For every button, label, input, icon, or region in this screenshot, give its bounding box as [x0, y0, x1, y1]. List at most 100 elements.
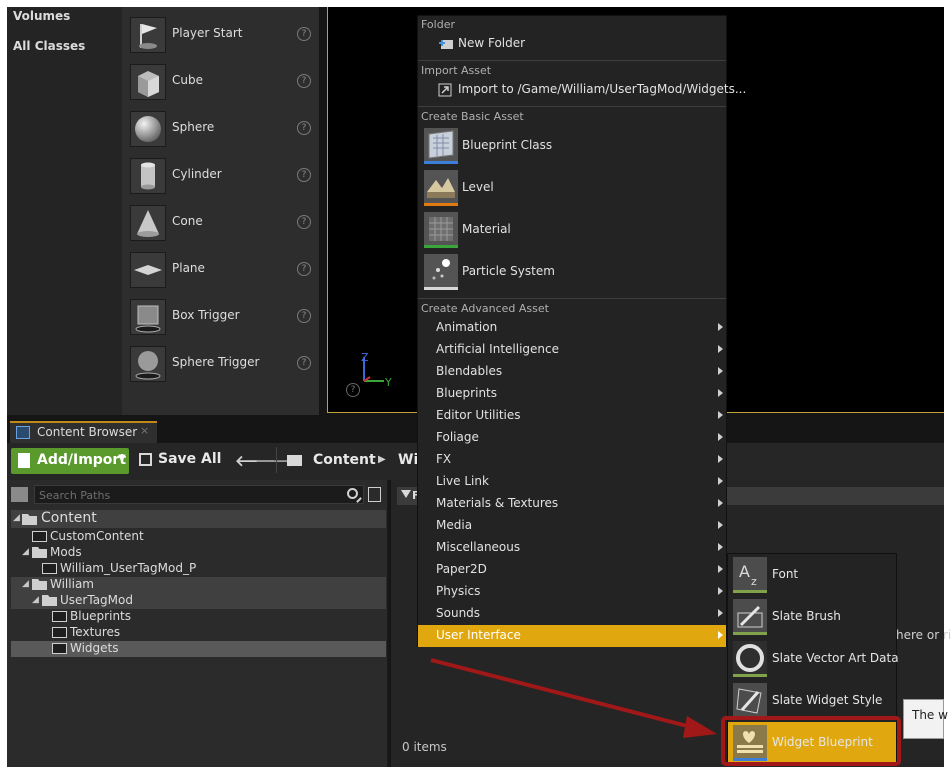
- menu-item-materials-textures[interactable]: Materials & Textures: [418, 493, 726, 515]
- tree-item-blueprints[interactable]: Blueprints: [11, 609, 386, 625]
- new-folder-icon: [438, 37, 453, 51]
- menu-item-miscellaneous[interactable]: Miscellaneous: [418, 537, 726, 559]
- place-item-box-trigger[interactable]: Box Trigger ?: [122, 293, 319, 340]
- menu-item-user-interface[interactable]: User Interface: [418, 625, 726, 647]
- breadcrumb-widgets[interactable]: Wi: [398, 452, 418, 468]
- tree-label: Mods: [50, 545, 82, 559]
- menu-item-label: User Interface: [436, 628, 521, 642]
- help-icon[interactable]: ?: [297, 168, 311, 182]
- history-icon[interactable]: [11, 487, 28, 502]
- menu-item-blueprint-class[interactable]: Blueprint Class: [418, 126, 726, 166]
- menu-item-particle-system[interactable]: Particle System: [418, 252, 726, 292]
- breadcrumb-separator-icon[interactable]: ▶: [378, 454, 386, 465]
- submenu-arrow-icon: [718, 587, 723, 595]
- help-icon[interactable]: ?: [297, 262, 311, 276]
- place-item-cone[interactable]: Cone ?: [122, 199, 319, 246]
- search-input[interactable]: [39, 488, 339, 502]
- menu-item-level[interactable]: Level: [418, 168, 726, 208]
- tree-item-william-usertagmod-p[interactable]: William_UserTagMod_P: [11, 561, 386, 577]
- svg-text:A: A: [739, 562, 750, 581]
- menu-item-label: Blendables: [436, 364, 503, 378]
- menu-item-label: Physics: [436, 584, 481, 598]
- menu-item-live-link[interactable]: Live Link: [418, 471, 726, 493]
- submenu-arrow-icon: [718, 543, 723, 551]
- submenu-arrow-icon: [718, 389, 723, 397]
- expand-arrow-icon[interactable]: ◢: [22, 579, 29, 589]
- place-label: Cube: [172, 73, 203, 87]
- menu-item-media[interactable]: Media: [418, 515, 726, 537]
- add-new-context-menu: Folder New Folder Import Asset Import to…: [417, 15, 746, 647]
- menu-item-physics[interactable]: Physics: [418, 581, 726, 603]
- menu-item-artificial-intelligence[interactable]: Artificial Intelligence: [418, 339, 726, 361]
- menu-item-foliage[interactable]: Foliage: [418, 427, 726, 449]
- menu-item-blendables[interactable]: Blendables: [418, 361, 726, 383]
- tree-item-mods[interactable]: ◢ Mods: [11, 545, 386, 561]
- tree-label: Blueprints: [70, 609, 132, 623]
- tree-item-usertagmod[interactable]: ◢ UserTagMod: [11, 593, 386, 609]
- help-icon[interactable]: ?: [297, 27, 311, 41]
- vector-art-icon: [733, 641, 767, 677]
- submenu-item-slate-vector-art-data[interactable]: Slate Vector Art Data: [728, 638, 899, 680]
- menu-item-fx[interactable]: FX: [418, 449, 726, 471]
- menu-item-label: Sounds: [436, 606, 481, 620]
- menu-item-label: Editor Utilities: [436, 408, 521, 422]
- tree-item-textures[interactable]: Textures: [11, 625, 386, 641]
- submenu-arrow-icon: [718, 367, 723, 375]
- help-icon[interactable]: ?: [297, 309, 311, 323]
- paths-panel: ◢ Content CustomContent ◢ Mods William_U…: [7, 480, 389, 767]
- menu-item-label: Artificial Intelligence: [436, 342, 559, 356]
- brush-icon: [733, 599, 767, 635]
- add-import-button[interactable]: Add/Import ▼: [11, 448, 129, 474]
- tree-item-content[interactable]: ◢ Content: [11, 510, 386, 528]
- cylinder-icon: [130, 158, 166, 194]
- search-icon[interactable]: [347, 488, 358, 499]
- help-icon[interactable]: ?: [297, 74, 311, 88]
- menu-item-sounds[interactable]: Sounds: [418, 603, 726, 625]
- type-color-bar: [424, 245, 458, 248]
- menu-item-animation[interactable]: Animation: [418, 317, 726, 339]
- category-all-classes[interactable]: All Classes: [13, 39, 85, 53]
- help-icon[interactable]: ?: [297, 121, 311, 135]
- place-item-cube[interactable]: Cube ?: [122, 58, 319, 105]
- tree-item-widgets[interactable]: Widgets: [11, 641, 386, 657]
- menu-item-blueprints[interactable]: Blueprints: [418, 383, 726, 405]
- particle-system-icon: [424, 254, 458, 290]
- place-item-sphere[interactable]: Sphere ?: [122, 105, 319, 152]
- tree-label: William: [50, 577, 94, 591]
- expand-arrow-icon[interactable]: ◢: [13, 513, 20, 523]
- close-icon[interactable]: ×: [140, 424, 149, 437]
- submenu-item-font[interactable]: Az Font: [728, 554, 896, 596]
- expand-arrow-icon[interactable]: ◢: [22, 547, 29, 557]
- breadcrumb-content[interactable]: Content: [313, 452, 376, 468]
- help-icon[interactable]: ?: [297, 356, 311, 370]
- menu-item-new-folder[interactable]: New Folder: [418, 33, 726, 55]
- place-label: Sphere Trigger: [172, 355, 260, 369]
- tab-content-browser[interactable]: Content Browser ×: [10, 421, 157, 443]
- menu-item-label: Level: [462, 180, 494, 194]
- place-item-player-start[interactable]: Player Start ?: [122, 11, 319, 58]
- menu-item-editor-utilities[interactable]: Editor Utilities: [418, 405, 726, 427]
- type-color-bar: [424, 161, 458, 164]
- tree-item-william[interactable]: ◢ William: [11, 577, 386, 593]
- menu-item-paper2d[interactable]: Paper2D: [418, 559, 726, 581]
- place-item-sphere-trigger[interactable]: Sphere Trigger ?: [122, 340, 319, 387]
- view-options-icon[interactable]: [368, 487, 381, 502]
- font-icon: Az: [733, 557, 767, 593]
- svg-text:z: z: [751, 575, 757, 588]
- tree-label: CustomContent: [50, 529, 144, 543]
- category-volumes[interactable]: Volumes: [13, 9, 70, 23]
- help-icon[interactable]: ?: [297, 215, 311, 229]
- widget-style-icon: [733, 683, 767, 719]
- menu-item-label: Media: [436, 518, 473, 532]
- expand-arrow-icon[interactable]: ◢: [32, 595, 39, 605]
- submenu-item-slate-brush[interactable]: Slate Brush: [728, 596, 896, 638]
- menu-item-import[interactable]: Import to /Game/William/UserTagMod/Widge…: [418, 79, 746, 101]
- submenu-arrow-icon: [718, 499, 723, 507]
- place-item-plane[interactable]: Plane ?: [122, 246, 319, 293]
- place-item-cylinder[interactable]: Cylinder ?: [122, 152, 319, 199]
- tree-item-customcontent[interactable]: CustomContent: [11, 529, 386, 545]
- toolbar-divider: [276, 447, 277, 473]
- menu-item-material[interactable]: Material: [418, 210, 726, 250]
- tooltip-text: The w: [912, 708, 948, 722]
- search-paths-box[interactable]: [34, 485, 364, 504]
